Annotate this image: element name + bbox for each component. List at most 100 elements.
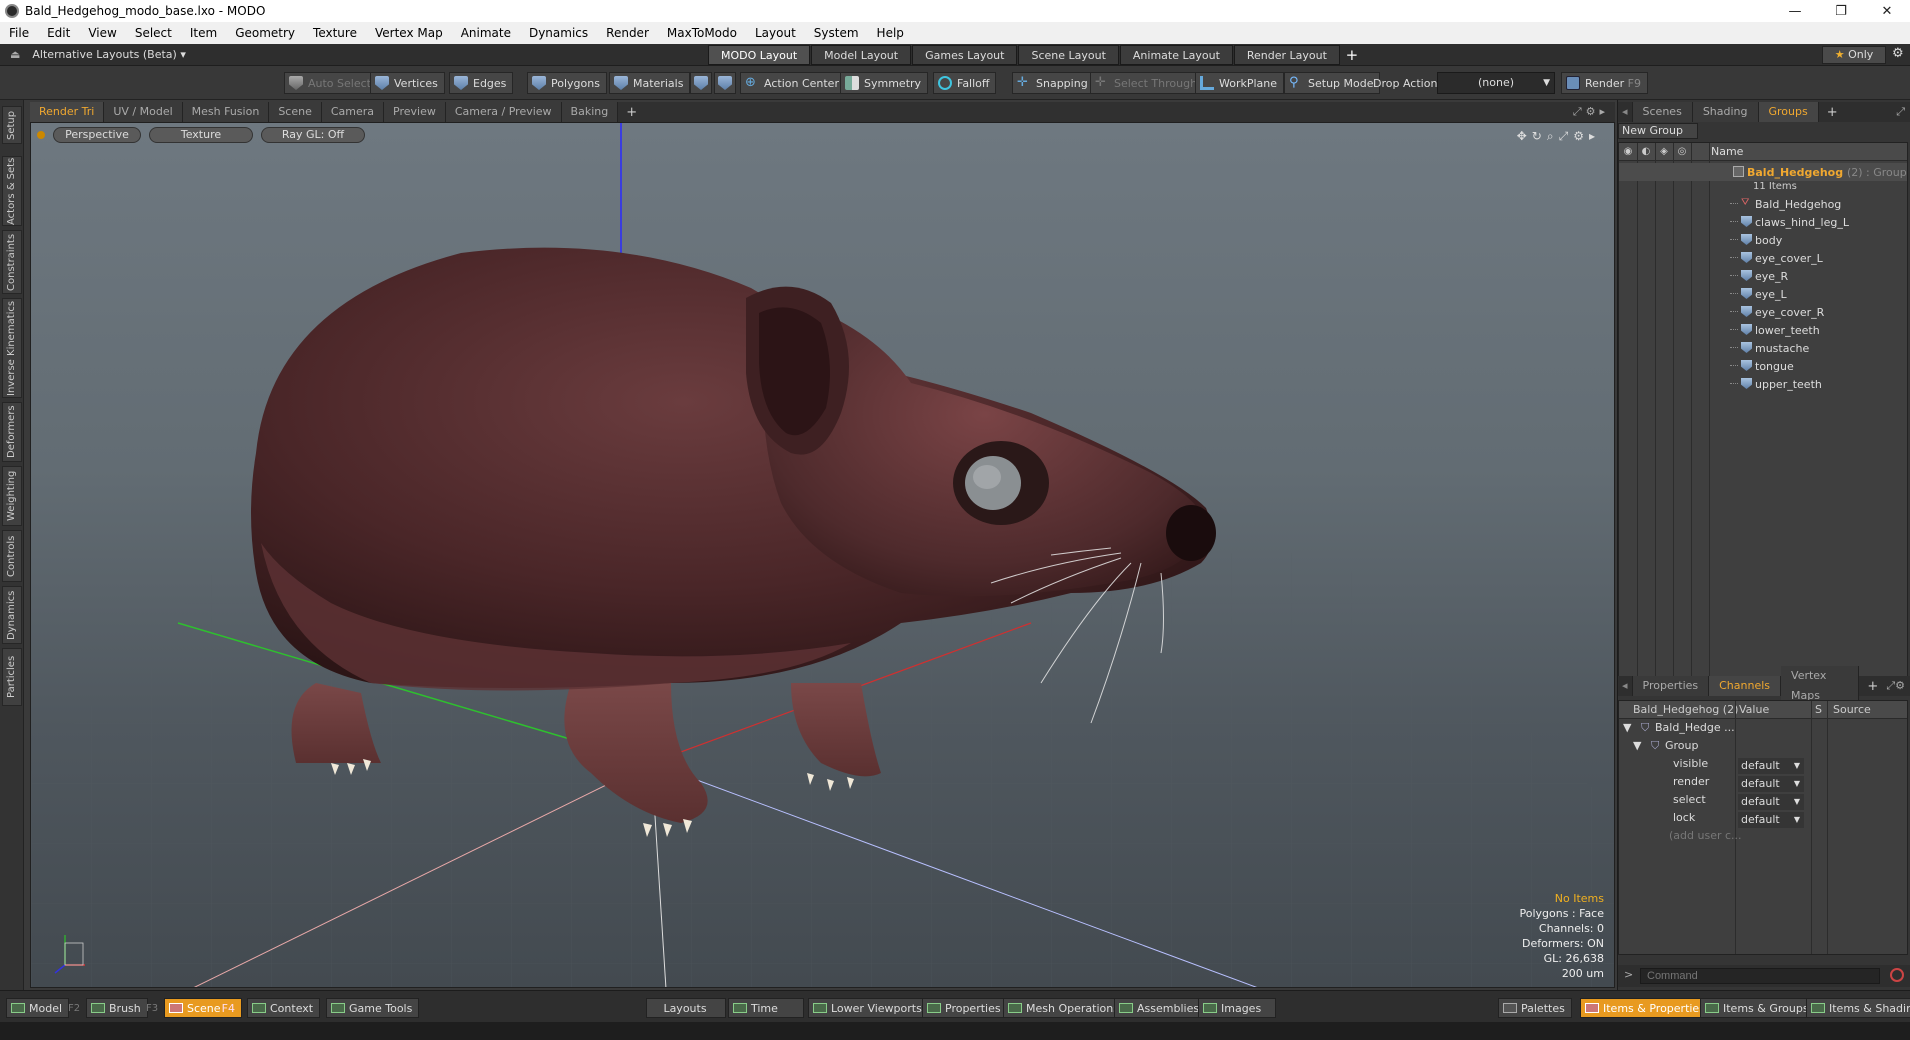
tab-groups[interactable]: Groups [1758, 102, 1819, 122]
items-properties-button[interactable]: Items & Properties [1580, 998, 1712, 1018]
menu-file[interactable]: File [0, 26, 38, 40]
items-shading-button[interactable]: Items & Shading [1806, 998, 1910, 1018]
vtab-inverse-kinematics[interactable]: Inverse Kinematics [2, 298, 22, 398]
workplane-button[interactable]: WorkPlane [1195, 72, 1285, 94]
materials-button[interactable]: Materials [609, 72, 691, 94]
tab-scenes[interactable]: Scenes [1632, 102, 1693, 122]
palettes-button[interactable]: Palettes [1498, 998, 1572, 1018]
add-tab-icon[interactable]: + [618, 105, 645, 120]
list-item[interactable]: ⛛ Bald_Hedgehog [1619, 195, 1907, 213]
vtab-actors-sets[interactable]: Actors & Sets [2, 156, 22, 226]
items-groups-button[interactable]: Items & Groups [1700, 998, 1816, 1018]
perspective-dropdown[interactable]: Perspective [53, 127, 141, 143]
setup-mode-button[interactable]: ⚲ Setup Mode [1284, 72, 1381, 94]
channel-value-select[interactable]: default ▼ [1738, 812, 1804, 828]
menu-item[interactable]: Item [181, 26, 226, 40]
properties-button[interactable]: Properties [922, 998, 1008, 1018]
action-center-button[interactable]: ⊕ Action Center [740, 72, 846, 94]
mesh-operations-button[interactable]: Mesh Operations [1003, 998, 1126, 1018]
vtab-constraints[interactable]: Constraints [2, 230, 22, 294]
menu-texture[interactable]: Texture [304, 26, 366, 40]
vtab-deformers[interactable]: Deformers [2, 402, 22, 462]
render-toggle-icon[interactable]: ◐ [1637, 146, 1655, 157]
table-row[interactable]: render default ▼ [1619, 775, 1907, 793]
viewport-arrow-icon[interactable]: ▸ [1589, 129, 1600, 143]
scene-button[interactable]: Scene F4 [164, 998, 242, 1018]
tab-mesh-fusion[interactable]: Mesh Fusion [182, 102, 270, 122]
vertices-button[interactable]: Vertices [370, 72, 445, 94]
menu-select[interactable]: Select [126, 26, 181, 40]
tab-baking[interactable]: Baking [561, 102, 619, 122]
assemblies-button[interactable]: Assemblies [1114, 998, 1207, 1018]
menu-edit[interactable]: Edit [38, 26, 79, 40]
pin-icon[interactable]: ⏏ [10, 48, 20, 61]
viewport-gear-icon[interactable]: ⚙ [1573, 129, 1589, 143]
restore-icon[interactable]: ❐ [1818, 4, 1864, 19]
list-item[interactable]: mustache [1619, 339, 1907, 357]
visibility-icon[interactable]: ◉ [1619, 146, 1637, 157]
only-button[interactable]: ★ Only [1822, 46, 1886, 64]
list-item[interactable]: eye_cover_R [1619, 303, 1907, 321]
command-input[interactable] [1640, 968, 1880, 984]
tab-camera-preview[interactable]: Camera / Preview [445, 102, 562, 122]
tab-render-tri[interactable]: Render Tri [30, 102, 105, 122]
symmetry-button[interactable]: Symmetry [840, 72, 929, 94]
add-user-channel-row[interactable]: (add user c... [1619, 829, 1907, 847]
table-row[interactable]: select default ▼ [1619, 793, 1907, 811]
list-item[interactable]: upper_teeth [1619, 375, 1907, 393]
context-button[interactable]: Context [247, 998, 321, 1018]
snapping-button[interactable]: ✛ Snapping [1012, 72, 1095, 94]
vtab-dynamics[interactable]: Dynamics [2, 586, 22, 644]
expand-icon[interactable]: ▼ [1623, 721, 1631, 734]
select-toggle-icon[interactable]: ◈ [1655, 146, 1673, 157]
gear-icon[interactable]: ⚙ [1892, 46, 1904, 61]
select-mode-button-2[interactable] [714, 72, 736, 94]
channel-item-row[interactable]: ▼ ⛉ Bald_Hedge ... [1619, 721, 1907, 739]
vtab-weighting[interactable]: Weighting [2, 466, 22, 526]
group-row-bald-hedgehog[interactable]: Bald_Hedgehog (2) : Group [1619, 163, 1907, 181]
menu-layout[interactable]: Layout [746, 26, 805, 40]
list-item[interactable]: claws_hind_leg_L [1619, 213, 1907, 231]
polygons-button[interactable]: Polygons [527, 72, 607, 94]
channel-group-row[interactable]: ▼ ⛉ Group [1619, 739, 1907, 757]
panel-menu-icon[interactable]: ◂ [1618, 676, 1633, 696]
channel-value-select[interactable]: default ▼ [1738, 794, 1804, 810]
menu-render[interactable]: Render [597, 26, 658, 40]
minimize-icon[interactable]: — [1772, 4, 1818, 19]
tab-camera[interactable]: Camera [321, 102, 385, 122]
panel-menu-icon[interactable]: ◂ [1618, 102, 1633, 122]
alt-layouts-dropdown[interactable]: ⏏ Alternative Layouts (Beta) ▾ [10, 48, 186, 61]
tab-scene-layout[interactable]: Scene Layout [1018, 45, 1119, 65]
select-through-button[interactable]: ✛ Select Through [1090, 72, 1205, 94]
close-icon[interactable]: ✕ [1864, 4, 1910, 19]
panel-expand-icon[interactable]: ⤢⚙ [1886, 679, 1910, 693]
falloff-button[interactable]: Falloff [933, 72, 997, 94]
command-arrow-icon[interactable]: > [1624, 968, 1633, 981]
menu-view[interactable]: View [79, 26, 125, 40]
drop-action-select[interactable]: (none) ▼ [1437, 72, 1555, 94]
game-tools-button[interactable]: Game Tools [326, 998, 420, 1018]
lower-viewports-button[interactable]: Lower Viewports [808, 998, 929, 1018]
channel-value-select[interactable]: default ▼ [1738, 758, 1804, 774]
channel-value-select[interactable]: default ▼ [1738, 776, 1804, 792]
render-button[interactable]: Render F9 [1561, 72, 1648, 94]
menu-help[interactable]: Help [868, 26, 913, 40]
viewport-menu-icon[interactable] [37, 131, 45, 139]
new-group-button[interactable]: New Group [1618, 123, 1698, 139]
rotate-icon[interactable]: ↻ [1532, 129, 1547, 143]
list-item[interactable]: body [1619, 231, 1907, 249]
panel-expand-icon[interactable]: ⤢ [1896, 105, 1910, 119]
expand-icon[interactable]: ▼ [1633, 739, 1641, 752]
record-icon[interactable] [1890, 968, 1904, 982]
maximize-icon[interactable]: ⤢ [1559, 129, 1574, 143]
tab-render-layout[interactable]: Render Layout [1233, 45, 1340, 65]
tab-scene[interactable]: Scene [269, 102, 322, 122]
brush-button[interactable]: Brush [86, 998, 148, 1018]
table-row[interactable]: lock default ▼ [1619, 811, 1907, 829]
viewport-options-icon[interactable]: ⤢⚙▸ [1573, 105, 1615, 119]
zoom-icon[interactable]: ⌕ [1547, 129, 1559, 143]
table-row[interactable]: visible default ▼ [1619, 757, 1907, 775]
tab-properties[interactable]: Properties [1632, 676, 1710, 696]
tab-uv-model[interactable]: UV / Model [104, 102, 183, 122]
model-button[interactable]: Model [6, 998, 70, 1018]
